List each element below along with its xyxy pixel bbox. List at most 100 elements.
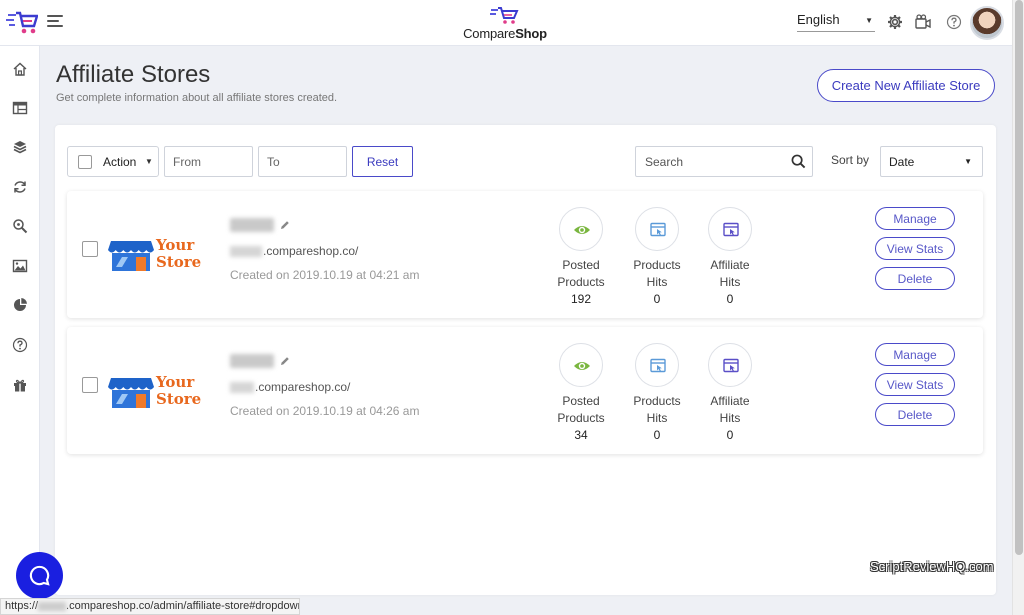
manage-button[interactable]: Manage: [875, 343, 955, 366]
stat-label: Posted Products: [557, 394, 605, 425]
sync-icon[interactable]: [12, 179, 28, 195]
sidebar: [0, 46, 40, 615]
status-bar: https://.compareshop.co/admin/affiliate-…: [0, 598, 300, 615]
search-input[interactable]: [636, 147, 776, 176]
stat-value: 0: [653, 292, 661, 306]
action-label: Action: [103, 155, 137, 169]
stat-label: Products Hits: [633, 394, 681, 425]
language-value: English: [797, 12, 840, 27]
eye-icon: [574, 362, 590, 370]
view-stats-button[interactable]: View Stats: [875, 373, 955, 396]
sort-label: Sort by: [831, 153, 870, 167]
stat-circle: [708, 343, 752, 387]
stat-value: 0: [653, 428, 661, 442]
search-box: [635, 146, 813, 177]
delete-button[interactable]: Delete: [875, 267, 955, 290]
store-logo-text: Your Store: [156, 373, 202, 408]
sort-select[interactable]: Date ▼: [880, 146, 983, 177]
scrollbar[interactable]: [1012, 0, 1024, 615]
browser-click-icon: [650, 358, 666, 373]
posted-products-stat: Posted Products 34: [546, 343, 616, 444]
affiliate-hits-stat: Affiliate Hits 0: [695, 343, 765, 444]
delete-button[interactable]: Delete: [875, 403, 955, 426]
eye-icon: [574, 226, 590, 234]
store-url[interactable]: .compareshop.co/: [230, 380, 350, 394]
scrollbar-thumb[interactable]: [1015, 0, 1023, 555]
view-stats-button[interactable]: View Stats: [875, 237, 955, 260]
store-created-date: Created on 2019.10.19 at 04:21 am: [230, 268, 420, 282]
store-logo: Your Store: [107, 237, 202, 275]
stat-label: Products Hits: [633, 258, 681, 289]
brand-name: CompareShop: [463, 26, 547, 41]
stat-circle: [635, 343, 679, 387]
store-logo-text: Your Store: [156, 236, 202, 271]
sort-value: Date: [889, 155, 915, 169]
page-title: Affiliate Stores: [56, 61, 211, 88]
browser-click-icon: [723, 358, 739, 373]
stat-circle: [708, 207, 752, 251]
video-icon[interactable]: [915, 14, 931, 30]
search-gear-icon[interactable]: [12, 218, 28, 234]
store-card: Your Store .compareshop.co/ Created on 20…: [67, 191, 983, 318]
box-icon[interactable]: [12, 139, 28, 155]
edit-pencil-icon[interactable]: [280, 220, 290, 230]
create-affiliate-store-button[interactable]: Create New Affiliate Store: [817, 69, 995, 102]
caret-down-icon: ▼: [865, 16, 873, 25]
store-card: Your Store .compareshop.co/ Created on 20…: [67, 327, 983, 454]
chat-bubble-icon: [29, 565, 50, 586]
page-subtitle: Get complete information about all affil…: [56, 92, 338, 104]
stat-circle: [559, 207, 603, 251]
from-date-input[interactable]: [164, 146, 253, 177]
brand-logo[interactable]: CompareShop: [459, 6, 551, 42]
stat-circle: [559, 343, 603, 387]
store-awning-icon: [108, 378, 154, 408]
products-hits-stat: Products Hits 0: [622, 207, 692, 308]
browser-click-icon: [650, 222, 666, 237]
bulk-action-dropdown[interactable]: Action ▼: [67, 146, 159, 177]
to-date-input[interactable]: [258, 146, 347, 177]
stat-value: 34: [574, 428, 588, 442]
caret-down-icon: ▼: [145, 157, 153, 166]
store-checkbox[interactable]: [82, 241, 98, 257]
store-name-redacted: [230, 354, 274, 368]
table-icon[interactable]: [12, 100, 28, 116]
language-select[interactable]: English ▼: [797, 12, 875, 32]
cart-logo-icon: [490, 7, 519, 24]
gift-icon[interactable]: [12, 377, 28, 393]
store-created-date: Created on 2019.10.19 at 04:26 am: [230, 404, 420, 418]
manage-button[interactable]: Manage: [875, 207, 955, 230]
reset-button[interactable]: Reset: [352, 146, 413, 177]
home-icon[interactable]: [12, 61, 28, 77]
stat-label: Affiliate Hits: [710, 258, 750, 289]
select-all-checkbox[interactable]: [78, 155, 92, 169]
products-hits-stat: Products Hits 0: [622, 343, 692, 444]
stat-value: 0: [726, 292, 734, 306]
logo-icon[interactable]: [6, 10, 38, 36]
browser-click-icon: [723, 222, 739, 237]
affiliate-hits-stat: Affiliate Hits 0: [695, 207, 765, 308]
pie-icon[interactable]: [12, 297, 28, 313]
edit-pencil-icon[interactable]: [280, 356, 290, 366]
posted-products-stat: Posted Products 192: [546, 207, 616, 308]
image-icon[interactable]: [12, 258, 28, 274]
chat-button[interactable]: [16, 552, 63, 599]
stat-label: Affiliate Hits: [710, 394, 750, 425]
gear-icon[interactable]: [887, 14, 903, 30]
caret-down-icon: ▼: [964, 157, 972, 166]
store-name-redacted: [230, 218, 274, 232]
watermark: ScriptReviewHQ.com: [870, 559, 994, 574]
stat-circle: [635, 207, 679, 251]
help-icon[interactable]: [946, 14, 962, 30]
store-logo: Your Store: [107, 374, 202, 412]
stat-value: 192: [570, 292, 592, 306]
store-url[interactable]: .compareshop.co/: [230, 244, 358, 258]
store-awning-icon: [108, 241, 154, 271]
top-bar: CompareShop English ▼: [0, 0, 1012, 46]
help-icon[interactable]: [12, 337, 28, 353]
store-checkbox[interactable]: [82, 377, 98, 393]
stat-value: 0: [726, 428, 734, 442]
avatar[interactable]: [970, 6, 1004, 40]
search-icon[interactable]: [791, 154, 806, 169]
menu-icon[interactable]: [47, 15, 63, 29]
stat-label: Posted Products: [557, 258, 605, 289]
